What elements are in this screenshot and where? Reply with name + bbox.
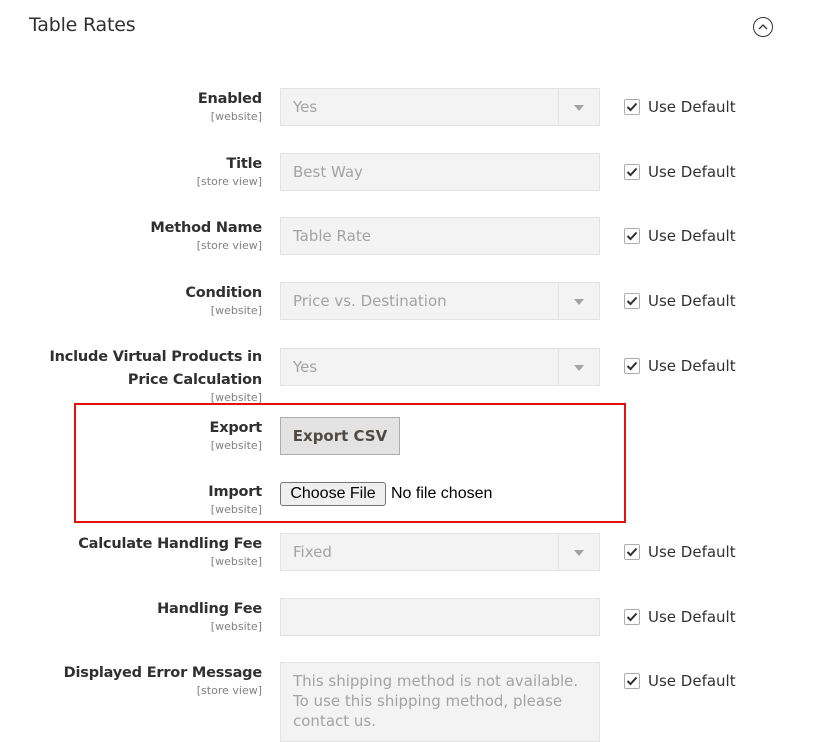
checkmark-icon: [626, 231, 638, 241]
condition-label: Condition: [185, 285, 262, 301]
enabled-label-group: Enabled [website]: [22, 88, 262, 123]
calc-handling-fee-value: Fixed: [293, 543, 332, 561]
checkmark-icon: [626, 612, 638, 622]
checkmark-icon: [626, 296, 638, 306]
use-default-checkbox[interactable]: [624, 99, 640, 115]
use-default-checkbox[interactable]: [624, 358, 640, 374]
condition-scope: [website]: [210, 304, 262, 317]
error-message-label: Displayed Error Message: [63, 665, 263, 681]
dropdown-arrow-icon: [558, 534, 599, 570]
calc-handling-fee-select[interactable]: Fixed: [280, 533, 600, 571]
enabled-use-default[interactable]: Use Default: [624, 98, 736, 116]
use-default-label: Use Default: [648, 98, 736, 116]
use-default-checkbox[interactable]: [624, 164, 640, 180]
export-csv-button[interactable]: Export CSV: [280, 417, 400, 455]
use-default-label: Use Default: [648, 357, 736, 375]
calc-handling-fee-label: Calculate Handling Fee: [78, 536, 262, 552]
method-name-scope: [store view]: [196, 239, 262, 252]
handling-fee-label-group: Handling Fee [website]: [22, 598, 262, 633]
title-input[interactable]: Best Way: [280, 153, 600, 191]
checkmark-icon: [626, 102, 638, 112]
error-message-use-default[interactable]: Use Default: [624, 672, 736, 690]
enabled-scope: [website]: [210, 110, 262, 123]
handling-fee-label: Handling Fee: [157, 601, 262, 617]
method-name-input[interactable]: Table Rate: [280, 217, 600, 255]
use-default-checkbox[interactable]: [624, 544, 640, 560]
error-message-label-group: Displayed Error Message [store view]: [22, 662, 263, 697]
condition-use-default[interactable]: Use Default: [624, 292, 736, 310]
title-use-default[interactable]: Use Default: [624, 163, 736, 181]
title-label: Title: [226, 156, 262, 172]
checkmark-icon: [626, 676, 638, 686]
use-default-label: Use Default: [648, 608, 736, 626]
checkmark-icon: [626, 547, 638, 557]
calc-handling-fee-label-group: Calculate Handling Fee [website]: [22, 533, 262, 568]
use-default-label: Use Default: [648, 292, 736, 310]
method-name-use-default[interactable]: Use Default: [624, 227, 736, 245]
collapse-section-button[interactable]: [753, 17, 773, 37]
handling-fee-use-default[interactable]: Use Default: [624, 608, 736, 626]
calc-handling-fee-scope: [website]: [210, 555, 262, 568]
export-scope: [website]: [210, 439, 262, 452]
file-status-text: No file chosen: [391, 485, 493, 502]
use-default-label: Use Default: [648, 672, 736, 690]
section-title: Table Rates: [29, 14, 136, 36]
include-virtual-value: Yes: [293, 358, 318, 376]
include-virtual-label-line1: Include Virtual Products in: [49, 349, 262, 365]
handling-fee-input[interactable]: [280, 598, 600, 636]
method-name-label-group: Method Name [store view]: [22, 217, 262, 252]
condition-value: Price vs. Destination: [293, 292, 447, 310]
include-virtual-label-line2: Price Calculation: [127, 372, 262, 388]
condition-select[interactable]: Price vs. Destination: [280, 282, 600, 320]
use-default-checkbox[interactable]: [624, 673, 640, 689]
chevron-up-icon: [758, 24, 768, 30]
error-message-textarea[interactable]: This shipping method is not available. T…: [280, 662, 600, 742]
title-label-group: Title [store view]: [22, 153, 262, 188]
dropdown-arrow-icon: [558, 349, 599, 385]
import-label: Import: [208, 484, 262, 500]
error-message-scope: [store view]: [196, 684, 262, 697]
include-virtual-use-default[interactable]: Use Default: [624, 357, 736, 375]
include-virtual-label-group: Include Virtual Products in Price Calcul…: [22, 346, 262, 404]
use-default-label: Use Default: [648, 227, 736, 245]
handling-fee-scope: [website]: [210, 620, 262, 633]
method-name-label: Method Name: [150, 220, 262, 236]
dropdown-arrow-icon: [558, 283, 599, 319]
enabled-label: Enabled: [197, 91, 262, 107]
use-default-checkbox[interactable]: [624, 609, 640, 625]
condition-label-group: Condition [website]: [22, 282, 262, 317]
dropdown-arrow-icon: [558, 89, 599, 125]
enabled-value: Yes: [293, 98, 318, 116]
import-label-group: Import [website]: [22, 481, 262, 516]
export-label: Export: [209, 420, 263, 436]
include-virtual-select[interactable]: Yes: [280, 348, 600, 386]
import-scope: [website]: [210, 503, 262, 516]
choose-file-button[interactable]: Choose File: [280, 482, 386, 506]
enabled-select[interactable]: Yes: [280, 88, 600, 126]
title-scope: [store view]: [196, 175, 262, 188]
use-default-label: Use Default: [648, 543, 736, 561]
checkmark-icon: [626, 167, 638, 177]
export-label-group: Export [website]: [22, 417, 263, 452]
use-default-label: Use Default: [648, 163, 736, 181]
calc-handling-fee-use-default[interactable]: Use Default: [624, 543, 736, 561]
use-default-checkbox[interactable]: [624, 228, 640, 244]
checkmark-icon: [626, 361, 638, 371]
use-default-checkbox[interactable]: [624, 293, 640, 309]
